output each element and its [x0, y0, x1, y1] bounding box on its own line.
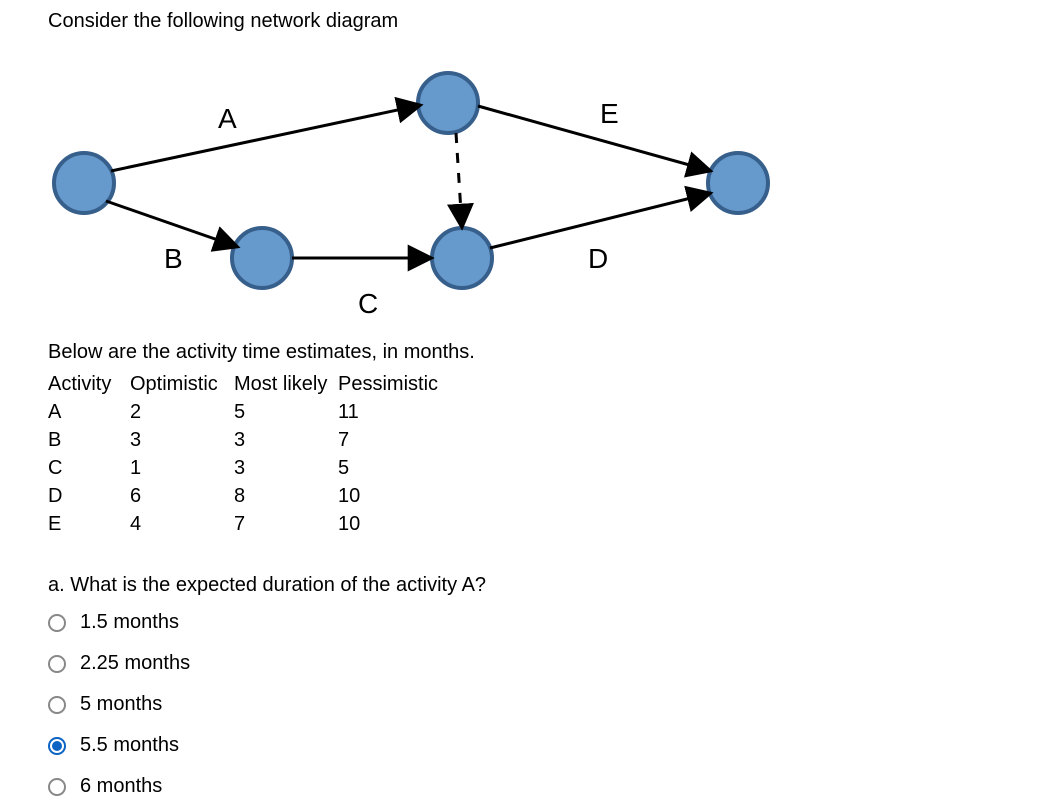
table-row: D6810 — [48, 482, 454, 510]
option-3[interactable]: 5.5 months — [48, 734, 1041, 757]
cell-opt: 6 — [130, 482, 234, 510]
cell-pess: 5 — [338, 454, 454, 482]
cell-ml: 3 — [234, 426, 338, 454]
radio-icon[interactable] — [48, 614, 66, 632]
cell-pess: 10 — [338, 482, 454, 510]
cell-pess: 10 — [338, 510, 454, 538]
question-text: a. What is the expected duration of the … — [48, 574, 1041, 597]
cell-activity: C — [48, 454, 130, 482]
cell-pess: 11 — [338, 398, 454, 426]
option-label: 5.5 months — [80, 734, 179, 757]
option-4[interactable]: 6 months — [48, 775, 1041, 798]
estimates-heading: Below are the activity time estimates, i… — [48, 341, 1041, 364]
th-most-likely: Most likely — [234, 370, 338, 398]
option-2[interactable]: 5 months — [48, 693, 1041, 716]
table-row: E4710 — [48, 510, 454, 538]
cell-activity: D — [48, 482, 130, 510]
cell-activity: A — [48, 398, 130, 426]
cell-ml: 3 — [234, 454, 338, 482]
cell-pess: 7 — [338, 426, 454, 454]
option-label: 1.5 months — [80, 611, 179, 634]
label-E: E — [600, 98, 619, 129]
table-row: B337 — [48, 426, 454, 454]
label-A: A — [218, 103, 237, 134]
option-label: 5 months — [80, 693, 162, 716]
page-root: Consider the following network diagram — [0, 0, 1041, 798]
network-diagram: A B C D E — [48, 43, 798, 323]
cell-opt: 1 — [130, 454, 234, 482]
estimates-table: Activity Optimistic Most likely Pessimis… — [48, 370, 454, 538]
cell-ml: 8 — [234, 482, 338, 510]
cell-activity: B — [48, 426, 130, 454]
radio-icon[interactable] — [48, 655, 66, 673]
intro-text: Consider the following network diagram — [48, 10, 1041, 33]
cell-ml: 7 — [234, 510, 338, 538]
label-C: C — [358, 288, 378, 319]
options-group: 1.5 months 2.25 months 5 months 5.5 months 6… — [48, 611, 1041, 798]
label-B: B — [164, 243, 183, 274]
cell-ml: 5 — [234, 398, 338, 426]
radio-icon[interactable] — [48, 737, 66, 755]
option-0[interactable]: 1.5 months — [48, 611, 1041, 634]
cell-opt: 2 — [130, 398, 234, 426]
option-1[interactable]: 2.25 months — [48, 652, 1041, 675]
th-optimistic: Optimistic — [130, 370, 234, 398]
th-pessimistic: Pessimistic — [338, 370, 454, 398]
table-row: A2511 — [48, 398, 454, 426]
label-D: D — [588, 243, 608, 274]
radio-icon[interactable] — [48, 778, 66, 796]
th-activity: Activity — [48, 370, 130, 398]
option-label: 2.25 months — [80, 652, 190, 675]
cell-opt: 3 — [130, 426, 234, 454]
cell-opt: 4 — [130, 510, 234, 538]
cell-activity: E — [48, 510, 130, 538]
option-label: 6 months — [80, 775, 162, 798]
radio-icon[interactable] — [48, 696, 66, 714]
table-row: C135 — [48, 454, 454, 482]
